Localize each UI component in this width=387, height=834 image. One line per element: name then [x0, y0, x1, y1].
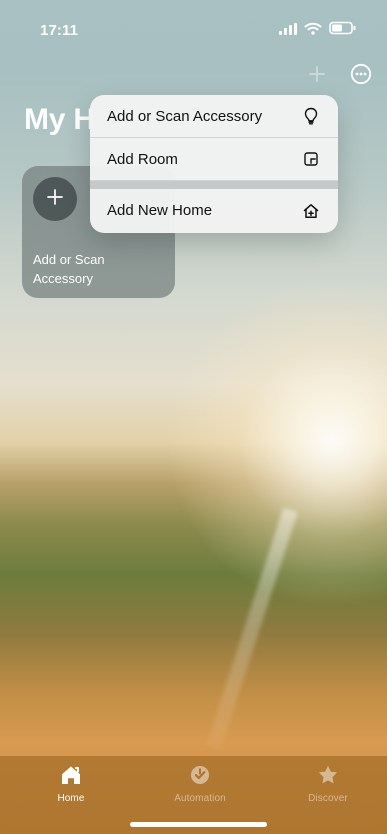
tab-label: Automation	[174, 793, 226, 804]
menu-item-label: Add or Scan Accessory	[107, 107, 263, 125]
star-icon	[316, 760, 340, 790]
status-time: 17:11	[40, 22, 79, 39]
wifi-icon	[304, 22, 322, 40]
tab-home[interactable]: Home	[31, 760, 111, 818]
menu-section-separator	[90, 181, 338, 189]
menu-item-add-room[interactable]: Add Room	[90, 138, 338, 181]
home-indicator	[130, 822, 267, 827]
top-actions	[303, 62, 375, 90]
status-bar: 17:11	[0, 0, 387, 55]
ellipsis-circle-icon	[350, 63, 372, 90]
page-title: My H	[24, 103, 95, 136]
tile-label: Add or Scan Accessory	[33, 252, 105, 286]
cellular-bars-icon	[279, 22, 297, 40]
menu-item-add-new-home[interactable]: Add New Home	[90, 189, 338, 232]
home-plus-icon	[301, 201, 321, 221]
plus-icon	[45, 187, 65, 212]
background-glow-streak	[206, 507, 298, 751]
tab-label: Discover	[308, 793, 348, 804]
add-menu: Add or Scan Accessory Add Room Add New H…	[90, 95, 338, 233]
menu-item-label: Add Room	[107, 150, 178, 168]
more-button[interactable]	[347, 62, 375, 90]
plus-icon	[308, 65, 326, 88]
battery-icon	[329, 21, 357, 40]
menu-item-label: Add New Home	[107, 202, 213, 219]
tab-discover[interactable]: Discover	[288, 760, 368, 818]
house-icon	[59, 760, 83, 790]
lightbulb-icon	[301, 106, 321, 126]
tab-label: Home	[57, 793, 85, 804]
clock-check-icon	[188, 760, 212, 790]
tab-bar: Home Automation Discover	[0, 756, 387, 834]
tile-plus-button	[33, 177, 77, 221]
status-icons	[279, 21, 357, 40]
room-icon	[301, 149, 321, 169]
tab-automation[interactable]: Automation	[160, 760, 240, 818]
menu-item-add-or-scan-accessory[interactable]: Add or Scan Accessory	[90, 95, 338, 138]
add-button[interactable]	[303, 62, 331, 90]
